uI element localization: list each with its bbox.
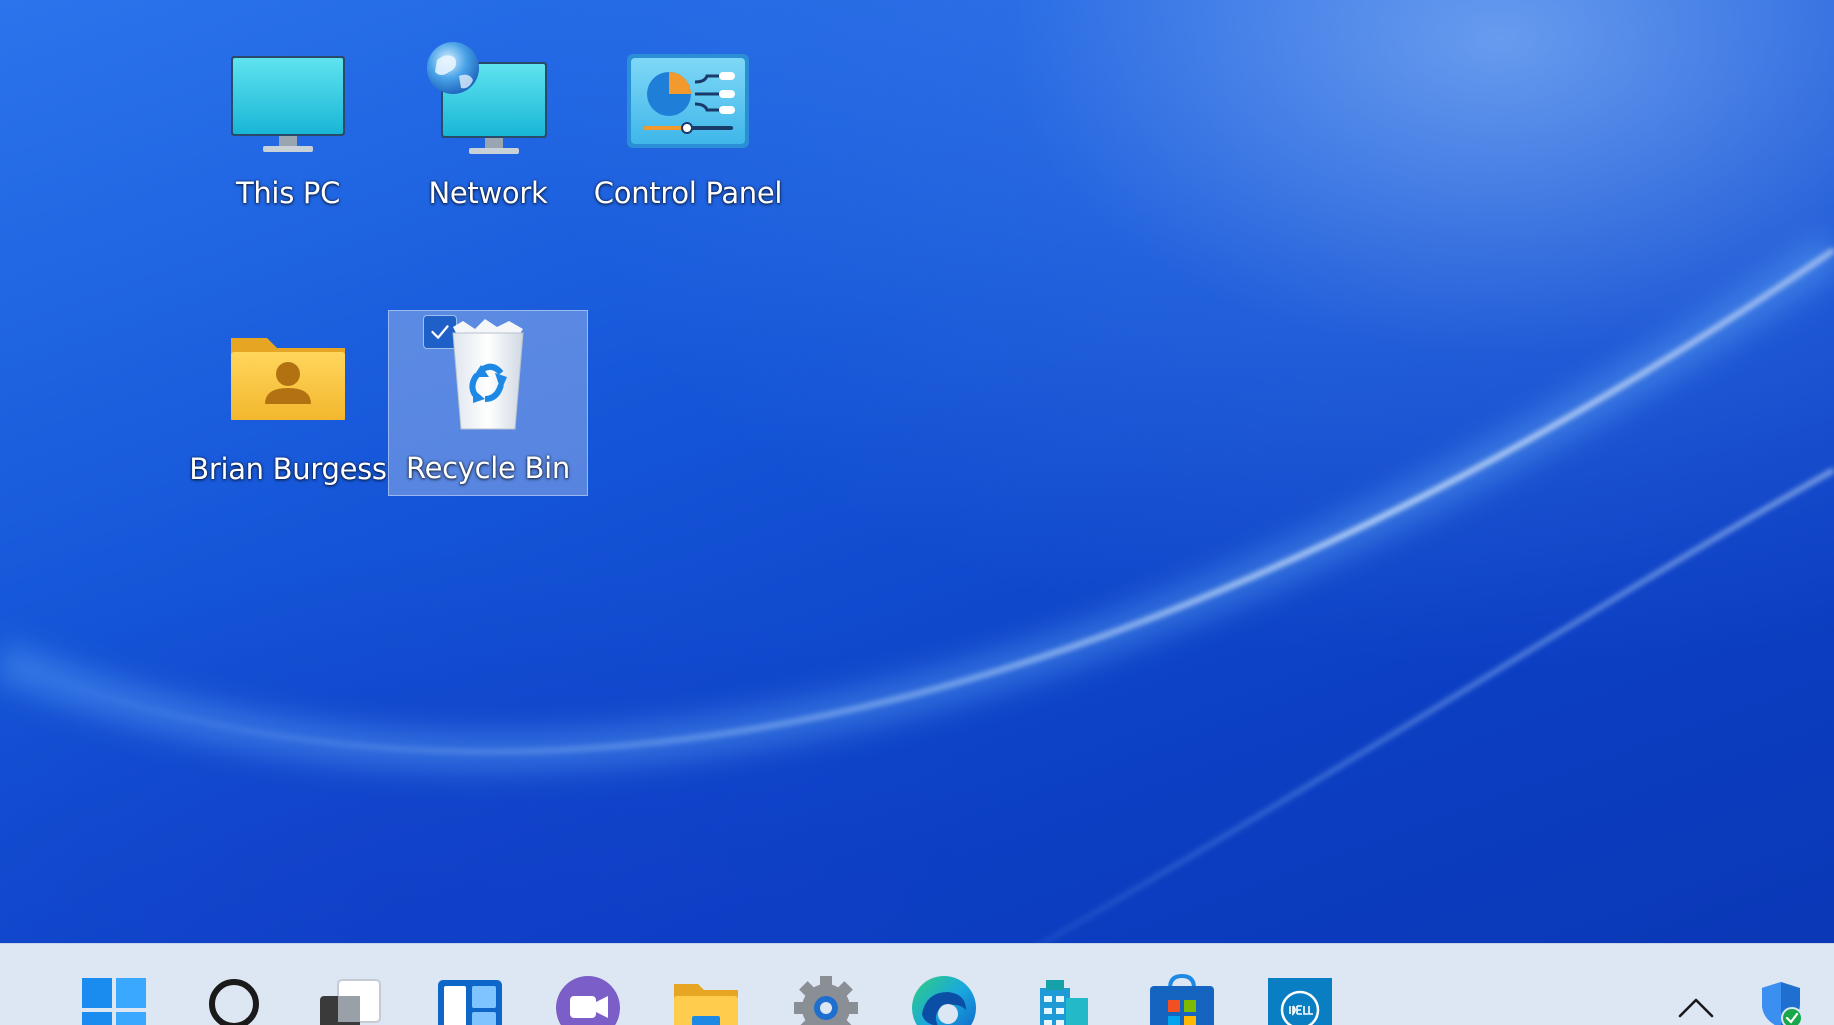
search-icon (209, 979, 259, 1025)
taskbar-task-view-button[interactable] (316, 974, 388, 1025)
icon-label: Recycle Bin (406, 451, 570, 485)
desktop-icon-control-panel[interactable]: Control Panel (588, 36, 788, 222)
taskbar-chat-button[interactable] (552, 974, 624, 1025)
settings-gear-icon (794, 976, 858, 1025)
taskbar-office-button[interactable] (1026, 974, 1098, 1025)
chevron-up-icon (1678, 998, 1714, 1018)
network-icon (427, 42, 547, 154)
user-folder-icon (231, 338, 345, 420)
taskbar-widgets-button[interactable] (434, 974, 506, 1025)
taskbar-start-button[interactable] (78, 974, 150, 1025)
recycle-bin-icon (452, 319, 524, 430)
taskbar-edge-button[interactable] (908, 974, 980, 1025)
store-icon (1150, 974, 1214, 1025)
icon-label: This PC (235, 176, 341, 210)
computer-icon (231, 56, 345, 152)
taskbar-settings-button[interactable] (790, 974, 862, 1025)
dell-icon (1268, 978, 1332, 1025)
icon-label: Network (428, 176, 548, 210)
taskbar (0, 943, 1834, 1025)
desktop-icon-this-pc[interactable]: This PC (188, 36, 388, 222)
task-view-icon (320, 979, 381, 1025)
icon-label: Brian Burgess (189, 452, 387, 486)
security-shield-icon (1762, 982, 1803, 1025)
building-app-icon (1040, 980, 1088, 1025)
icon-label: Control Panel (593, 176, 783, 210)
taskbar-file-explorer-button[interactable] (670, 974, 742, 1025)
desktop-icon-recycle-bin[interactable]: Recycle Bin (388, 310, 588, 496)
desktop-icon-network[interactable]: Network (388, 36, 588, 222)
taskbar-store-button[interactable] (1146, 974, 1218, 1025)
teams-chat-icon (556, 976, 620, 1025)
desktop[interactable]: This PC Network Control Panel Brian Burg… (0, 0, 1834, 1025)
taskbar-search-button[interactable] (198, 974, 270, 1025)
file-explorer-icon (674, 984, 738, 1025)
windows-start-icon (82, 978, 146, 1025)
tray-windows-security-button[interactable] (1756, 980, 1806, 1025)
desktop-icon-user-folder[interactable]: Brian Burgess (188, 312, 388, 498)
tray-show-hidden-button[interactable] (1676, 994, 1716, 1024)
edge-icon (912, 976, 976, 1025)
widgets-icon (438, 980, 502, 1025)
control-panel-icon (627, 54, 749, 148)
taskbar-dell-button[interactable] (1264, 974, 1336, 1025)
